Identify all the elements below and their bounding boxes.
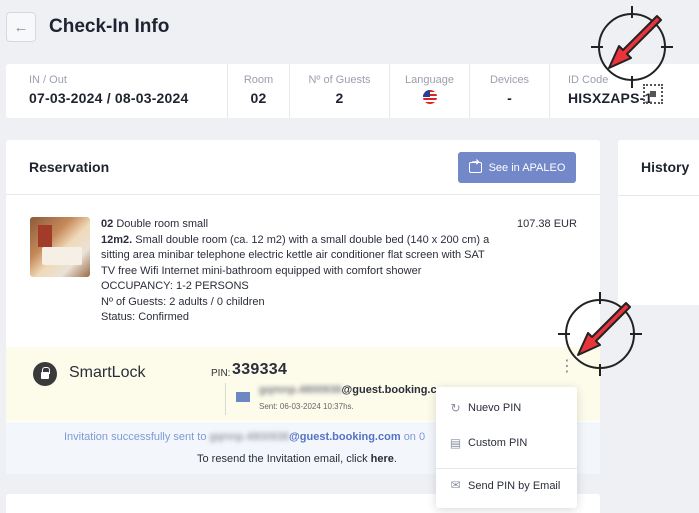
occupancy: OCCUPANCY: 1-2 PERSONS — [101, 280, 249, 292]
pin-divider — [225, 383, 226, 415]
refresh-icon: ↻ — [450, 400, 461, 415]
guests-label: Nº of Guests — [308, 74, 371, 86]
invitation-sent-text: Invitation successfully sent to gqmnp.48… — [64, 431, 425, 443]
pin-options-menu: ↻ Nuevo PIN ▤ Custom PIN ✉ Send PIN by E… — [436, 387, 577, 508]
room-type: Double room small — [116, 218, 209, 230]
menu-item-send-pin-email[interactable]: ✉ Send PIN by Email — [436, 468, 577, 502]
apaleo-button-label: See in APALEO — [488, 161, 566, 174]
page-title: Check-In Info — [49, 16, 170, 37]
menu-item-label: Custom PIN — [468, 437, 528, 449]
share-icon — [468, 157, 482, 173]
invitation-prefix: Invitation successfully sent to — [64, 431, 207, 443]
pointer-arrow-icon — [591, 6, 673, 88]
pointer-arrow-icon — [558, 292, 642, 376]
room-description-text: Small double room (ca. 12 m2) with a sma… — [101, 233, 490, 277]
lock-icon — [33, 362, 57, 386]
language-label: Language — [405, 74, 454, 86]
reservation-header: Reservation See in APALEO — [6, 140, 600, 195]
resend-link[interactable]: here — [371, 453, 394, 465]
inout-value: 07-03-2024 / 08-03-2024 — [29, 90, 189, 106]
invitation-email-blurred: gqmnp.4800938 — [209, 431, 290, 443]
room-label: Room — [243, 74, 274, 86]
room-description: 02 Double room small 12m2. Small double … — [101, 217, 501, 326]
guest-email-domain: @guest.booking.co — [341, 384, 444, 396]
pin-value: 339334 — [232, 361, 288, 378]
devices-cell: Devices - — [470, 64, 550, 118]
inout-cell: IN / Out 07-03-2024 / 08-03-2024 — [6, 64, 228, 118]
room-value: 02 — [250, 90, 267, 106]
room-image — [30, 217, 90, 277]
history-title: History — [641, 159, 690, 175]
reservation-title: Reservation — [29, 159, 110, 175]
us-flag-icon — [422, 90, 437, 104]
resend-invitation-text: To resend the Invitation email, click he… — [197, 453, 397, 465]
room-size: 12m2. — [101, 233, 133, 246]
invitation-email-domain: @guest.booking.com — [289, 431, 401, 443]
menu-item-nuevo-pin[interactable]: ↻ Nuevo PIN — [436, 391, 577, 425]
history-card: History — [618, 140, 699, 305]
room-price: 107.38 EUR — [517, 218, 577, 230]
history-divider — [618, 195, 699, 196]
email-icon: ✉ — [450, 478, 461, 492]
arrow-left-icon: ← — [13, 18, 29, 36]
reservation-status: Status: Confirmed — [101, 311, 190, 323]
devices-label: Devices — [489, 74, 530, 86]
room-number: 02 — [101, 218, 114, 230]
back-button[interactable]: ← — [6, 12, 36, 42]
see-in-apaleo-button[interactable]: See in APALEO — [458, 152, 576, 183]
invitation-suffix: on 0 — [403, 431, 426, 443]
devices-value: - — [507, 90, 512, 106]
smartlock-title: SmartLock — [69, 364, 146, 381]
inout-label: IN / Out — [29, 74, 67, 86]
guests-value: 2 — [335, 90, 344, 106]
pin-label: PIN: — [211, 368, 231, 379]
id-code-value: HISXZAPS-1 — [568, 90, 653, 106]
email-sent-time: Sent: 06-03-2024 10:37hs. — [259, 402, 354, 411]
guests-cell: Nº of Guests 2 — [290, 64, 390, 118]
room-cell: Room 02 — [228, 64, 290, 118]
edit-document-icon: ▤ — [449, 435, 462, 450]
resend-prefix: To resend the Invitation email, click — [197, 453, 368, 465]
resend-suffix: . — [393, 453, 397, 465]
menu-item-label: Nuevo PIN — [468, 402, 522, 414]
language-cell: Language — [390, 64, 470, 118]
guest-count: Nº of Guests: 2 adults / 0 children — [101, 295, 265, 308]
menu-item-label: Send PIN by Email — [468, 479, 561, 492]
guest-email: gqmnp.4800938@guest.booking.co — [259, 384, 443, 396]
email-sent-icon — [236, 392, 250, 402]
guest-email-blurred: gqmnp.4800938 — [259, 384, 342, 396]
menu-item-custom-pin[interactable]: ▤ Custom PIN — [436, 426, 577, 460]
